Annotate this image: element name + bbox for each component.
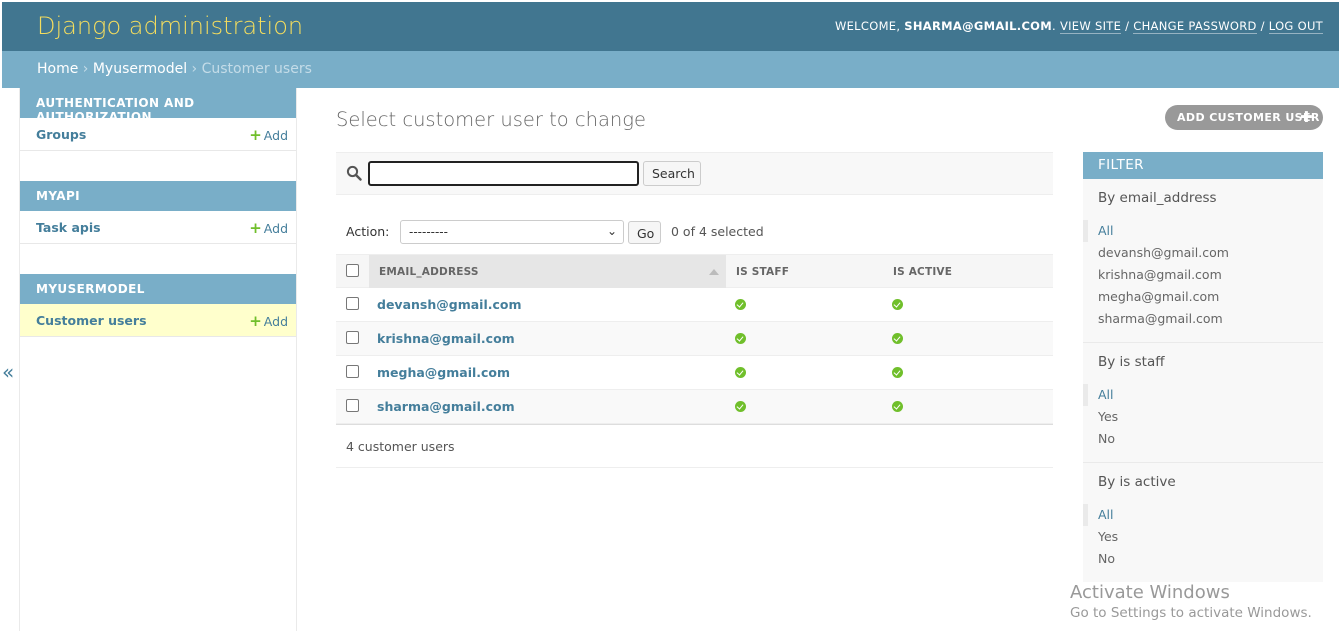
search-icon: [346, 165, 362, 181]
action-label: Action:: [346, 224, 390, 239]
module-caption-auth[interactable]: AUTHENTICATION AND AUTHORIZATION: [20, 88, 296, 124]
email-link[interactable]: sharma@gmail.com: [377, 399, 515, 414]
sidebar-item-customer-users: Customer users + Add: [20, 304, 296, 337]
filter-option[interactable]: sharma@gmail.com: [1083, 308, 1323, 330]
search-input[interactable]: [368, 161, 639, 186]
watermark-line-1: Activate Windows: [1070, 582, 1230, 603]
actions-bar: Action: --------- ⌄ Go 0 of 4 selected: [336, 217, 1053, 247]
row-checkbox[interactable]: [346, 297, 359, 310]
check-circle-icon: [892, 401, 903, 412]
check-circle-icon: [735, 333, 746, 344]
nav-sidebar: AUTHENTICATION AND AUTHORIZATION Groups …: [19, 88, 297, 631]
filter-option[interactable]: No: [1083, 548, 1323, 570]
selected-counter: 0 of 4 selected: [671, 224, 764, 239]
column-header-is-active[interactable]: IS ACTIVE: [893, 266, 952, 278]
plus-icon: +: [249, 219, 262, 237]
result-list: EMAIL_ADDRESS IS STAFF IS ACTIVE devansh…: [336, 254, 1053, 424]
plus-icon: +: [249, 126, 262, 144]
log-out-link[interactable]: LOG OUT: [1268, 19, 1323, 34]
add-customer-users-link[interactable]: + Add: [249, 312, 288, 330]
watermark-line-2: Go to Settings to activate Windows.: [1070, 605, 1312, 621]
check-circle-icon: [892, 299, 903, 310]
welcome-text: WELCOME,: [834, 19, 901, 33]
filter-option[interactable]: Yes: [1083, 406, 1323, 428]
filter-option[interactable]: megha@gmail.com: [1083, 286, 1323, 308]
activate-windows-watermark: Activate Windows Go to Settings to activ…: [1070, 582, 1312, 621]
chevron-down-icon: ⌄: [606, 224, 617, 238]
column-header-is-staff[interactable]: IS STAFF: [736, 266, 789, 278]
sidebar-item-customer-users-link[interactable]: Customer users: [36, 313, 147, 328]
filter-option[interactable]: krishna@gmail.com: [1083, 264, 1323, 286]
plus-icon: ✚: [1300, 108, 1313, 126]
filter-by-is-active: By is active All Yes No: [1083, 463, 1323, 582]
toggle-sidebar-button[interactable]: «: [2, 360, 14, 384]
check-circle-icon: [735, 367, 746, 378]
row-checkbox[interactable]: [346, 365, 359, 378]
email-link[interactable]: devansh@gmail.com: [377, 297, 522, 312]
sidebar-item-task-apis: Task apis + Add: [20, 211, 296, 244]
filter-title: FILTER: [1083, 152, 1323, 179]
breadcrumb: Home › Myusermodel › Customer users: [2, 51, 1339, 88]
add-groups-link[interactable]: + Add: [249, 126, 288, 144]
add-customer-user-button[interactable]: ADD CUSTOMER USER ✚: [1165, 105, 1323, 130]
filter-option[interactable]: devansh@gmail.com: [1083, 242, 1323, 264]
filter-by-is-staff: By is staff All Yes No: [1083, 343, 1323, 463]
sidebar-item-groups: Groups + Add: [20, 118, 296, 151]
filter-group-title: By is staff: [1098, 354, 1165, 370]
row-checkbox[interactable]: [346, 399, 359, 412]
select-all-checkbox[interactable]: [346, 264, 359, 277]
check-circle-icon: [735, 299, 746, 310]
table-row: krishna@gmail.com: [336, 322, 1053, 356]
filter-group-title: By email_address: [1098, 190, 1217, 206]
go-button[interactable]: Go: [628, 221, 661, 244]
page-title: Select customer user to change: [336, 108, 646, 131]
change-password-link[interactable]: CHANGE PASSWORD: [1133, 19, 1257, 34]
filter-option-all[interactable]: All: [1083, 220, 1323, 242]
filter-group-title: By is active: [1098, 474, 1176, 490]
module-caption-myusermodel[interactable]: MYUSERMODEL: [20, 274, 296, 304]
filter-option-all[interactable]: All: [1083, 384, 1323, 406]
row-checkbox[interactable]: [346, 331, 359, 344]
action-select[interactable]: --------- ⌄: [400, 220, 624, 244]
module-caption-myapi[interactable]: MYAPI: [20, 181, 296, 211]
column-header-email[interactable]: EMAIL_ADDRESS: [379, 266, 479, 278]
check-circle-icon: [735, 401, 746, 412]
filter-option[interactable]: No: [1083, 428, 1323, 450]
sidebar-item-task-apis-link[interactable]: Task apis: [36, 220, 101, 235]
table-row: megha@gmail.com: [336, 356, 1053, 390]
breadcrumb-home[interactable]: Home: [37, 61, 78, 77]
search-toolbar: Search: [336, 152, 1053, 195]
check-circle-icon: [892, 367, 903, 378]
changelist-filter: FILTER By email_address All devansh@gmai…: [1083, 152, 1323, 582]
header: Django administration WELCOME, SHARMA@GM…: [2, 2, 1339, 51]
sort-ascending-icon[interactable]: [709, 269, 719, 275]
table-row: sharma@gmail.com: [336, 390, 1053, 424]
breadcrumb-app[interactable]: Myusermodel: [93, 61, 187, 77]
email-link[interactable]: megha@gmail.com: [377, 365, 510, 380]
check-circle-icon: [892, 333, 903, 344]
username: SHARMA@GMAIL.COM: [904, 19, 1053, 33]
filter-by-email: By email_address All devansh@gmail.com k…: [1083, 179, 1323, 343]
site-branding[interactable]: Django administration: [37, 12, 303, 40]
paginator: 4 customer users: [336, 424, 1053, 468]
breadcrumb-current: Customer users: [201, 61, 312, 77]
view-site-link[interactable]: VIEW SITE: [1059, 19, 1122, 34]
sidebar-item-groups-link[interactable]: Groups: [36, 127, 86, 142]
table-header: EMAIL_ADDRESS IS STAFF IS ACTIVE: [336, 254, 1053, 288]
filter-option-all[interactable]: All: [1083, 504, 1323, 526]
table-row: devansh@gmail.com: [336, 288, 1053, 322]
add-task-apis-link[interactable]: + Add: [249, 219, 288, 237]
email-link[interactable]: krishna@gmail.com: [377, 331, 515, 346]
plus-icon: +: [249, 312, 262, 330]
filter-option[interactable]: Yes: [1083, 526, 1323, 548]
search-button[interactable]: Search: [643, 161, 701, 186]
user-tools: WELCOME, SHARMA@GMAIL.COM. VIEW SITE / C…: [834, 19, 1323, 34]
